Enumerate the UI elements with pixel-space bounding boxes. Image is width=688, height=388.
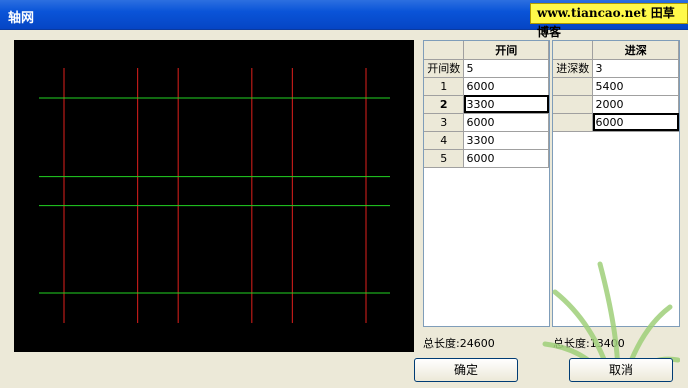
bay-table[interactable]: 开间 开间数 5 1 6000 2 3300 3 6000 4 3300 5 6000 — [423, 40, 550, 327]
depth-table-header: 进深 — [592, 41, 679, 60]
bay-row-index: 2 — [424, 95, 465, 114]
depth-row-value[interactable]: 6000 — [592, 113, 679, 132]
bay-row-value[interactable]: 3300 — [463, 131, 549, 150]
depth-count-label: 进深数 — [553, 59, 594, 78]
bay-table-row[interactable]: 5 6000 — [424, 149, 549, 168]
bay-table-corner — [424, 41, 465, 60]
bay-row-index: 4 — [424, 131, 465, 150]
depth-table-row[interactable]: 2000 — [553, 95, 679, 114]
bay-row-value[interactable]: 3300 — [463, 95, 549, 114]
bay-total-length: 总长度:24600 — [423, 337, 495, 350]
bay-row-index: 5 — [424, 149, 465, 168]
depth-table-row[interactable]: 6000 — [553, 113, 679, 132]
bay-row-value[interactable]: 6000 — [463, 77, 549, 96]
bay-table-row[interactable]: 1 6000 — [424, 77, 549, 96]
bay-count-cell[interactable]: 5 — [463, 59, 549, 78]
axis-grid-preview-svg — [39, 68, 390, 323]
bay-count-label: 开间数 — [424, 59, 465, 78]
window-title: 轴网 — [8, 11, 35, 26]
bay-table-header: 开间 — [463, 41, 549, 60]
bay-table-row[interactable]: 2 3300 — [424, 95, 549, 114]
bay-table-row[interactable]: 4 3300 — [424, 131, 549, 150]
axis-grid-preview — [14, 40, 414, 352]
depth-table-row[interactable]: 5400 — [553, 77, 679, 96]
bay-row-index: 1 — [424, 77, 465, 96]
depth-row-value[interactable]: 2000 — [592, 95, 679, 114]
depth-count-cell[interactable]: 3 — [592, 59, 679, 78]
bay-table-row[interactable]: 3 6000 — [424, 113, 549, 132]
bay-row-value[interactable]: 6000 — [463, 149, 549, 168]
depth-row-value[interactable]: 5400 — [592, 77, 679, 96]
depth-row-index — [553, 95, 594, 114]
watermark-banner: www.tiancao.net 田草博客 — [530, 3, 688, 39]
bay-row-value[interactable]: 6000 — [463, 113, 549, 132]
bay-row-index: 3 — [424, 113, 465, 132]
depth-row-index — [553, 77, 594, 96]
ok-button[interactable]: 确定 — [414, 358, 518, 382]
cancel-button[interactable]: 取消 — [569, 358, 673, 382]
depth-table-corner — [553, 41, 594, 60]
depth-row-index — [553, 113, 594, 132]
